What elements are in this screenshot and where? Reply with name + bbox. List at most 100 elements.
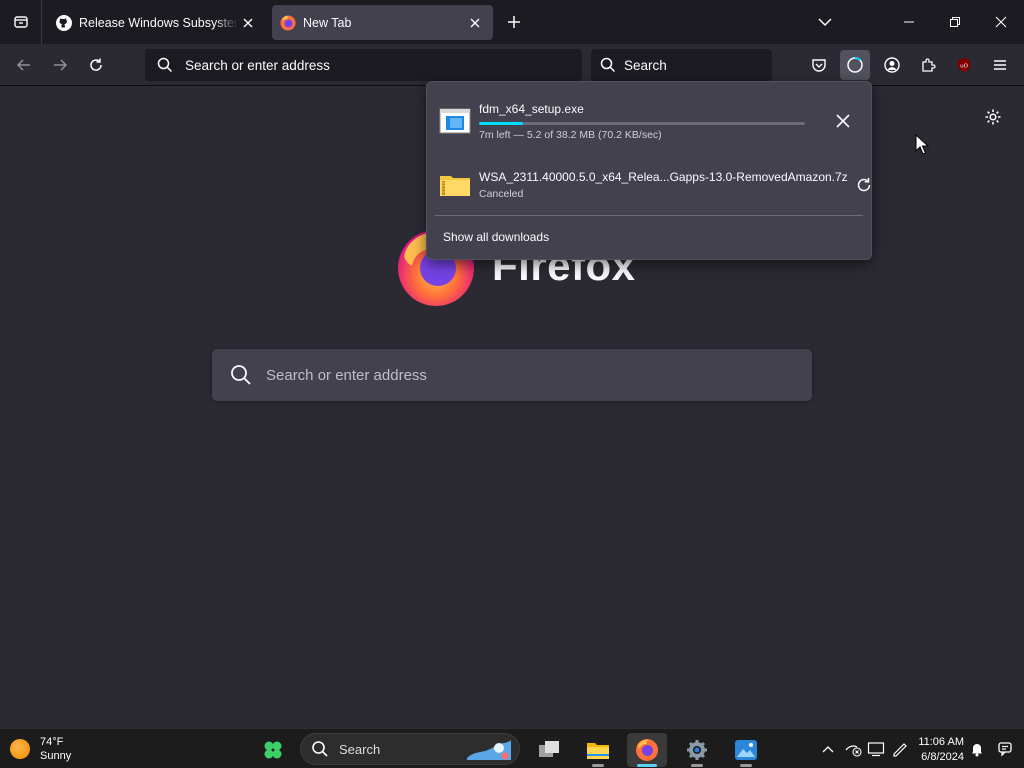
- restore-button[interactable]: [932, 0, 978, 44]
- download-filename: WSA_2311.40000.5.0_x64_Relea...Gapps-13.…: [479, 170, 848, 184]
- ublock-shield-icon: uO: [958, 58, 970, 72]
- download-progress-bar: [479, 121, 805, 125]
- firefox-taskbar-button[interactable]: [627, 733, 667, 767]
- list-all-tabs-button[interactable]: [813, 10, 837, 34]
- download-info: fdm_x64_setup.exe 7m left — 5.2 of 38.2 …: [479, 102, 827, 141]
- mouse-cursor-icon: [915, 133, 930, 161]
- restore-icon: [950, 17, 960, 27]
- downloads-button[interactable]: [840, 50, 870, 80]
- weather-widget[interactable]: 74°F Sunny: [10, 735, 71, 763]
- taskbar-search[interactable]: Search: [300, 733, 520, 765]
- download-item[interactable]: WSA_2311.40000.5.0_x64_Relea...Gapps-13.…: [435, 154, 870, 216]
- chat-icon: [998, 742, 1012, 757]
- search-bar[interactable]: Search: [591, 49, 772, 81]
- start-button[interactable]: [253, 733, 293, 767]
- show-all-downloads-button[interactable]: Show all downloads: [443, 230, 549, 244]
- downloads-panel: fdm_x64_setup.exe 7m left — 5.2 of 38.2 …: [426, 81, 872, 260]
- notifications-button[interactable]: [966, 739, 988, 759]
- taskbar-clock[interactable]: 11:06 AM 6/8/2024: [914, 735, 964, 765]
- forward-button[interactable]: [45, 50, 75, 80]
- network-tray-button[interactable]: [842, 739, 864, 759]
- back-arrow-icon: [16, 59, 30, 71]
- firefox-view-icon: [13, 16, 28, 28]
- retry-download-button[interactable]: [848, 169, 880, 201]
- download-filename: fdm_x64_setup.exe: [479, 101, 584, 116]
- close-window-button[interactable]: [978, 0, 1024, 44]
- taskbar-search-label: Search: [339, 741, 381, 757]
- windows-taskbar: 74°F Sunny Search 11:06 AM 6/8/2024: [0, 728, 1024, 768]
- download-info: WSA_2311.40000.5.0_x64_Relea...Gapps-13.…: [479, 170, 848, 200]
- zip-folder-icon: [440, 176, 470, 196]
- search-icon: [231, 365, 251, 385]
- close-tab-icon[interactable]: [238, 13, 258, 33]
- minimize-icon: [904, 21, 914, 23]
- search-bar-placeholder: Search: [624, 57, 667, 73]
- running-indicator: [691, 764, 703, 767]
- plus-icon: [508, 16, 520, 28]
- url-bar[interactable]: Search or enter address: [145, 49, 582, 81]
- weather-condition: Sunny: [40, 750, 72, 762]
- gear-icon: [985, 109, 1001, 125]
- photos-icon: [735, 740, 757, 760]
- tab-new-tab[interactable]: New Tab: [272, 5, 493, 40]
- file-explorer-button[interactable]: [578, 733, 618, 767]
- close-icon: [995, 16, 1007, 28]
- retry-icon: [857, 178, 870, 192]
- monitor-icon: [867, 742, 885, 757]
- minimize-button[interactable]: [886, 0, 932, 44]
- search-icon: [312, 741, 328, 757]
- bell-icon: [972, 744, 982, 757]
- github-icon: [56, 14, 72, 31]
- download-status: 7m left — 5.2 of 38.2 MB (70.2 KB/sec): [479, 128, 662, 141]
- newtab-search-placeholder: Search or enter address: [266, 366, 427, 384]
- nav-toolbar: Search or enter address Search uO: [0, 44, 1024, 86]
- weather-temperature: 74°F: [40, 736, 64, 748]
- new-tab-button[interactable]: [502, 10, 526, 34]
- back-button[interactable]: [9, 50, 39, 80]
- hamburger-menu-icon: [994, 60, 1006, 70]
- extensions-button[interactable]: [913, 50, 943, 80]
- search-icon: [600, 57, 616, 73]
- cancel-download-button[interactable]: [827, 105, 859, 137]
- download-item[interactable]: fdm_x64_setup.exe 7m left — 5.2 of 38.2 …: [435, 90, 865, 152]
- svg-text:uO: uO: [960, 64, 968, 70]
- firefox-icon: [280, 15, 296, 31]
- close-tab-icon[interactable]: [465, 13, 485, 33]
- settings-gear-icon: [687, 740, 707, 760]
- personalize-button[interactable]: [982, 106, 1004, 128]
- task-view-button[interactable]: [529, 733, 569, 767]
- folder-icon: [587, 743, 609, 759]
- search-icon: [157, 57, 173, 73]
- running-indicator: [740, 764, 752, 767]
- running-indicator: [592, 764, 604, 767]
- tab-bar: Release Windows Subsystem For Android Ne…: [0, 0, 1024, 44]
- photos-app-button[interactable]: [726, 733, 766, 767]
- pocket-button[interactable]: [804, 50, 834, 80]
- reload-button[interactable]: [81, 50, 111, 80]
- download-progress-fill: [479, 121, 524, 125]
- ublock-origin-button[interactable]: uO: [949, 50, 979, 80]
- firefox-view-button[interactable]: [0, 0, 42, 44]
- tab-github[interactable]: Release Windows Subsystem For Android: [48, 5, 266, 40]
- display-tray-button[interactable]: [865, 739, 887, 759]
- app-menu-button[interactable]: [985, 50, 1015, 80]
- settings-app-button[interactable]: [677, 733, 717, 767]
- sun-icon: [10, 739, 30, 759]
- reload-icon: [90, 58, 102, 71]
- search-highlight-icon: [467, 740, 511, 760]
- url-bar-placeholder: Search or enter address: [185, 57, 330, 73]
- cancel-icon: [836, 114, 850, 128]
- newtab-search-input[interactable]: Search or enter address: [212, 349, 812, 401]
- download-progress-icon: [847, 57, 863, 73]
- divider: [435, 215, 863, 216]
- exe-file-icon: [439, 108, 471, 134]
- chevron-up-icon: [822, 746, 834, 753]
- tab-title: Release Windows Subsystem For Android: [79, 15, 238, 30]
- tab-title: New Tab: [303, 15, 352, 30]
- pen-tray-button[interactable]: [889, 739, 911, 759]
- quick-settings-button[interactable]: [994, 739, 1016, 759]
- task-view-icon: [539, 741, 559, 757]
- account-button[interactable]: [877, 50, 907, 80]
- show-hidden-icons-button[interactable]: [817, 739, 839, 759]
- chevron-down-icon: [818, 18, 832, 27]
